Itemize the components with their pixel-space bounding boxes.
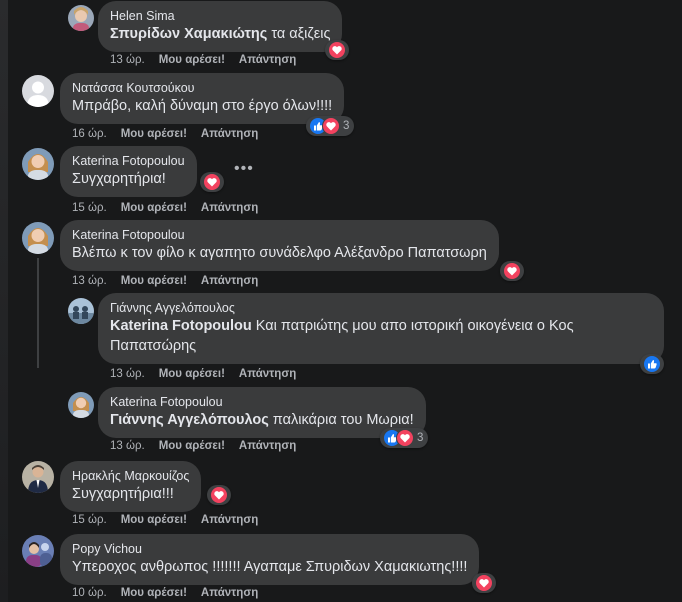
reaction-summary[interactable]	[207, 485, 231, 505]
comment-meta: 13 ώρ. Μου αρέσει! Απάντηση	[110, 440, 310, 452]
reaction-summary[interactable]	[500, 261, 524, 281]
comment-author[interactable]: Katerina Fotopoulou	[110, 394, 414, 410]
heart-icon	[328, 41, 346, 59]
comment-bubble: Νατάσσα Κουτσούκου Μπράβο, καλή δύναμη σ…	[60, 73, 345, 124]
avatar[interactable]	[68, 392, 94, 418]
reply-button[interactable]: Απάντηση	[201, 128, 258, 140]
comment-text: Υπεροχος ανθρωπος !!!!!!! Αγαπαμε Σπυριδ…	[72, 559, 468, 575]
avatar[interactable]	[68, 5, 94, 31]
left-edge-panel	[0, 0, 8, 602]
comment-meta: 10 ώρ. Μου αρέσει! Απάντηση	[72, 587, 272, 599]
reaction-summary[interactable]	[472, 573, 496, 593]
comment-bubble: Γιάννης Αγγελόπουλος Katerina Fotopoulou…	[98, 293, 664, 364]
comment-author[interactable]: Νατάσσα Κουτσούκου	[72, 80, 332, 96]
reply-thread-line	[37, 258, 39, 368]
heart-icon	[210, 486, 228, 504]
comment-text: τα αξιζεις	[267, 26, 331, 42]
heart-icon	[203, 173, 221, 191]
like-button[interactable]: Μου αρέσει!	[121, 128, 187, 140]
timestamp[interactable]: 13 ώρ.	[110, 368, 145, 380]
comment-bubble: Katerina Fotopoulou Γιάννης Αγγελόπουλος…	[98, 387, 426, 438]
heart-icon	[475, 574, 493, 592]
reaction-count: 3	[417, 432, 424, 444]
reply-button[interactable]: Απάντηση	[201, 587, 258, 599]
reply-button[interactable]: Απάντηση	[201, 202, 258, 214]
reply-button[interactable]: Απάντηση	[239, 440, 296, 452]
avatar[interactable]	[22, 222, 54, 254]
comment-author[interactable]: Γιάννης Αγγελόπουλος	[110, 300, 652, 316]
comment-text: Μπράβο, καλή δύναμη στο έργο όλων!!!!	[72, 98, 333, 114]
avatar[interactable]	[22, 148, 54, 180]
timestamp[interactable]: 16 ώρ.	[72, 128, 107, 140]
reply-button[interactable]: Απάντηση	[201, 275, 258, 287]
timestamp[interactable]: 10 ώρ.	[72, 587, 107, 599]
reaction-summary[interactable]: 3	[306, 116, 355, 136]
timestamp[interactable]: 15 ώρ.	[72, 202, 107, 214]
mention-link[interactable]: Γιάννης Αγγελόπουλος	[110, 412, 269, 428]
like-button[interactable]: Μου αρέσει!	[121, 202, 187, 214]
comment-meta: 13 ώρ. Μου αρέσει! Απάντηση	[110, 368, 310, 380]
reply-button[interactable]: Απάντηση	[239, 368, 296, 380]
like-button[interactable]: Μου αρέσει!	[121, 587, 187, 599]
avatar[interactable]	[22, 535, 54, 567]
comment-author[interactable]: Katerina Fotopoulou	[72, 227, 487, 243]
thumbs-up-icon	[643, 355, 661, 373]
comment-text: Συγχαρητήρια!	[72, 171, 166, 187]
avatar[interactable]	[68, 298, 94, 324]
comment-author[interactable]: Katerina Fotopoulou	[72, 153, 185, 169]
timestamp[interactable]: 13 ώρ.	[110, 440, 145, 452]
reaction-summary[interactable]: 3	[380, 428, 429, 448]
timestamp[interactable]: 13 ώρ.	[72, 275, 107, 287]
reaction-count: 3	[343, 120, 350, 132]
heart-icon	[322, 117, 340, 135]
like-button[interactable]: Μου αρέσει!	[159, 440, 225, 452]
comment-text: Συγχαρητήρια!!!	[72, 486, 174, 502]
comment-bubble: Helen Sima Σπυρίδων Χαμακιώτης τα αξιζει…	[98, 1, 343, 52]
heart-icon	[396, 429, 414, 447]
comment-author[interactable]: Ηρακλής Μαρκουίζος	[72, 468, 189, 484]
comment-meta: 16 ώρ. Μου αρέσει! Απάντηση	[72, 128, 272, 140]
comment-author[interactable]: Helen Sima	[110, 8, 330, 24]
like-button[interactable]: Μου αρέσει!	[121, 514, 187, 526]
reply-button[interactable]: Απάντηση	[201, 514, 258, 526]
comment-meta: 15 ώρ. Μου αρέσει! Απάντηση	[72, 202, 272, 214]
reaction-summary[interactable]	[200, 172, 224, 192]
reaction-summary[interactable]	[640, 354, 664, 374]
mention-link[interactable]: Katerina Fotopoulou	[110, 318, 252, 334]
avatar[interactable]	[22, 75, 54, 107]
comment-bubble: Katerina Fotopoulou Βλέπω κ τον φίλο κ α…	[60, 220, 499, 271]
avatar[interactable]	[22, 461, 54, 493]
mention-link[interactable]: Σπυρίδων Χαμακιώτης	[110, 26, 267, 42]
comment-text: παλικάρια του Μωρια!	[268, 412, 414, 428]
like-button[interactable]: Μου αρέσει!	[159, 54, 225, 66]
timestamp[interactable]: 13 ώρ.	[110, 54, 145, 66]
timestamp[interactable]: 15 ώρ.	[72, 514, 107, 526]
more-options-icon[interactable]: •••	[234, 160, 254, 178]
comment-meta: 15 ώρ. Μου αρέσει! Απάντηση	[72, 514, 272, 526]
like-button[interactable]: Μου αρέσει!	[121, 275, 187, 287]
comment-bubble: Ηρακλής Μαρκουίζος Συγχαρητήρια!!!	[60, 461, 202, 512]
comment-bubble: Katerina Fotopoulou Συγχαρητήρια!	[60, 146, 197, 197]
comment-author[interactable]: Popy Vichou	[72, 541, 467, 557]
like-button[interactable]: Μου αρέσει!	[159, 368, 225, 380]
reply-button[interactable]: Απάντηση	[239, 54, 296, 66]
comment-text: Βλέπω κ τον φίλο κ αγαπητο συνάδελφο Αλέ…	[72, 245, 487, 261]
heart-icon	[503, 262, 521, 280]
comment-meta: 13 ώρ. Μου αρέσει! Απάντηση	[72, 275, 272, 287]
reaction-summary[interactable]	[325, 40, 349, 60]
comment-bubble: Popy Vichou Υπεροχος ανθρωπος !!!!!!! Αγ…	[60, 534, 480, 585]
comment-meta: 13 ώρ. Μου αρέσει! Απάντηση	[110, 54, 310, 66]
